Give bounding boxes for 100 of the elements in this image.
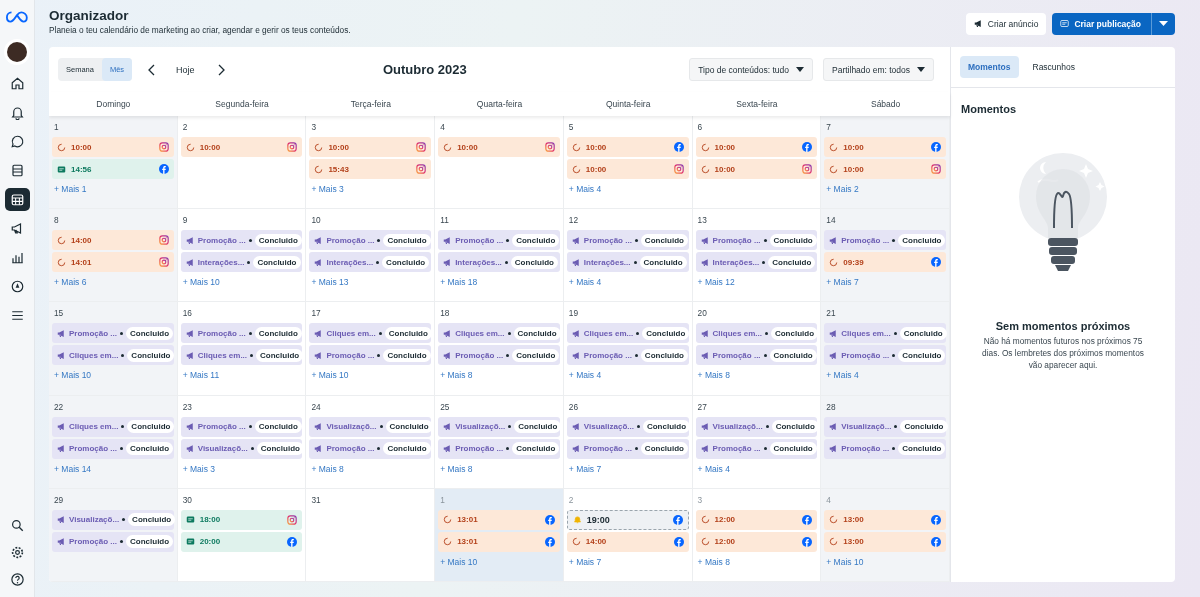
scheduled-post[interactable]: 10:00 [824,137,946,157]
day-cell[interactable]: 18 Cliques em... Concluido Promoção ... Concluido + Mais 8 [435,302,564,396]
more-link[interactable]: + Mais 10 [52,370,94,381]
create-ad-button[interactable]: Criar anúncio [965,12,1047,35]
ad-campaign[interactable]: Cliques em... Concluido [824,323,946,344]
day-cell[interactable]: 6 10:00 10:00 [692,116,822,210]
day-cell[interactable]: 25 Visualizaçõ... Concluido Promoção ... Concluido + Mais 8 [435,395,564,489]
ad-campaign[interactable]: Cliques em... Concluido [52,345,174,366]
more-link[interactable]: + Mais 12 [695,277,737,288]
scheduled-post[interactable]: 10:00 [52,137,174,157]
filter-dropdown[interactable]: Tipo de conteúdos: tudo [689,58,814,81]
day-cell[interactable]: 14 Promoção ... Concluido 09:39 + Mais 7 [821,209,950,303]
day-cell[interactable]: 5 10:00 10:00 + Mais 4 [563,116,693,210]
day-cell[interactable]: 12 Promoção ... Concluido Interações... Concluido + Mais 4 [563,209,693,303]
day-cell[interactable]: 2 10:00 [177,116,307,210]
ad-campaign[interactable]: Visualizaçõ... Concluido [180,438,303,459]
day-cell[interactable]: 3 12:00 12:00 + Mais 8 [692,488,822,582]
ad-campaign[interactable]: Promoção ... Concluido [438,345,560,366]
scheduled-post[interactable]: 10:00 [695,159,818,179]
more-link[interactable]: + Mais 7 [566,556,604,567]
day-cell[interactable]: 19 Cliques em... Concluido Promoção ... Concluido + Mais 4 [563,302,693,396]
scheduled-post[interactable]: 10:00 [309,137,432,157]
more-link[interactable]: + Mais 8 [695,370,732,381]
ad-campaign[interactable]: Promoção ... Concluido [180,230,303,251]
more-link[interactable]: + Mais 4 [566,277,604,288]
day-cell[interactable]: 17 Cliques em... Concluido Promoção ... Concluido + Mais 10 [306,302,436,396]
more-link[interactable]: + Mais 7 [566,463,604,474]
day-cell[interactable]: 9 Promoção ... Concluido Interações... Concluido + Mais 10 [177,209,307,303]
ad-campaign[interactable]: Promoção ... Concluido [824,438,946,459]
scheduled-post[interactable]: 13:01 [438,509,560,530]
day-cell[interactable]: 24 Visualizaçõ... Concluido Promoção ... Concluido + Mais 8 [306,395,436,489]
day-cell[interactable]: 13 Promoção ... Concluido Interações... Concluido + Mais 12 [692,209,822,303]
day-cell[interactable]: 26 Visualizaçõ... Concluido Promoção ... Concluido + Mais 7 [563,395,693,489]
infinity-logo-icon[interactable] [6,10,28,24]
more-link[interactable]: + Mais 18 [438,277,480,288]
published-post[interactable]: 18:00 [180,509,303,530]
scheduled-post[interactable]: 14:00 [566,531,689,552]
day-cell[interactable]: 23 Promoção ... Concluido Visualizaçõ... Concluido + Mais 3 [177,395,307,489]
day-cell[interactable]: 27 Visualizaçõ... Concluido Promoção ... Concluido + Mais 4 [692,395,822,489]
more-link[interactable]: + Mais 10 [180,277,222,288]
more-link[interactable]: + Mais 8 [695,556,732,567]
ad-campaign[interactable]: Visualizaçõ... Concluido [52,509,174,530]
ad-campaign[interactable]: Visualizaçõ... Concluido [566,416,689,437]
day-cell[interactable]: 11 Promoção ... Concluido Interações... Concluido + Mais 18 [435,209,564,303]
ad-campaign[interactable]: Cliques em... Concluido [566,323,689,344]
ad-campaign[interactable]: Promoção ... Concluido [52,531,174,552]
day-cell[interactable]: 16 Promoção ... Concluido Cliques em... Concluido + Mais 11 [177,302,307,396]
day-cell[interactable]: 7 10:00 10:00 + Mais 2 [821,116,950,210]
dropdown-button[interactable] [1151,12,1175,35]
day-cell[interactable]: 20 Cliques em... Concluido Promoção ... Concluido + Mais 8 [692,302,822,396]
day-cell[interactable]: 29 Visualizaçõ... Concluido Promoção ... Concluido [49,488,178,582]
ad-campaign[interactable]: Interações... Concluido [695,252,818,273]
ad-campaign[interactable]: Promoção ... Concluido [824,230,946,251]
more-link[interactable]: + Mais 11 [180,370,222,381]
more-link[interactable]: + Mais 3 [180,463,218,474]
day-cell[interactable]: 30 18:00 20:00 [177,488,307,582]
ad-campaign[interactable]: Promoção ... Concluido [180,416,303,437]
scheduled-post[interactable]: 15:43 [309,159,432,179]
more-link[interactable]: + Mais 1 [52,184,89,194]
more-link[interactable]: + Mais 8 [438,463,475,474]
day-cell[interactable]: 4 13:00 13:00 + Mais 10 [821,488,950,582]
more-link[interactable]: + Mais 6 [52,277,89,288]
scheduled-post[interactable]: 14:01 [52,252,174,273]
more-link[interactable]: + Mais 4 [566,370,604,381]
more-link[interactable]: + Mais 2 [824,184,861,194]
ad-campaign[interactable]: Promoção ... Concluido [695,438,818,459]
ad-campaign[interactable]: Interações... Concluido [180,252,303,273]
ad-campaign[interactable]: Promoção ... Concluido [695,345,818,366]
day-cell[interactable]: 28 Visualizaçõ... Concluido Promoção ... Concluido [821,395,950,489]
ad-campaign[interactable]: Promoção ... Concluido [309,345,432,366]
day-cell[interactable]: 21 Cliques em... Concluido Promoção ... Concluido + Mais 4 [821,302,950,396]
day-cell[interactable]: 8 14:00 14:01 + Mais 6 [49,209,178,303]
ad-campaign[interactable]: Promoção ... Concluido [52,438,174,459]
ad-campaign[interactable]: Promoção ... Concluido [438,438,560,459]
create-post-button[interactable]: Criar publicação [1052,12,1151,35]
ad-campaign[interactable]: Promoção ... Concluido [52,323,174,344]
scheduled-post[interactable]: 10:00 [824,159,946,179]
ad-campaign[interactable]: Interações... Concluido [566,252,689,273]
ad-campaign[interactable]: Visualizaçõ... Concluido [695,416,818,437]
ad-campaign[interactable]: Cliques em... Concluido [309,323,432,344]
day-cell[interactable]: 10 Promoção ... Concluido Interações... Concluido + Mais 13 [306,209,436,303]
calendar-icon[interactable] [4,188,30,211]
scheduled-post[interactable]: 10:00 [566,137,689,157]
scheduled-post[interactable]: 10:00 [566,159,689,179]
ad-campaign[interactable]: Promoção ... Concluido [438,230,560,251]
day-cell[interactable]: 1 13:01 13:01 + Mais 10 [435,488,564,582]
more-link[interactable]: + Mais 10 [438,556,480,567]
draft-post[interactable]: 19:00 [566,509,689,530]
today-button[interactable]: Hoje [170,63,201,76]
scheduled-post[interactable]: 12:00 [695,531,818,552]
scheduled-post[interactable]: 10:00 [438,137,560,157]
filter-dropdown[interactable]: Partilhado em: todos [823,58,934,81]
ad-campaign[interactable]: Promoção ... Concluido [566,438,689,459]
more-link[interactable]: + Mais 4 [566,184,604,194]
ad-campaign[interactable]: Cliques em... Concluido [180,345,303,366]
more-link[interactable]: + Mais 8 [438,370,475,381]
day-cell[interactable]: 31 [306,488,436,582]
ad-campaign[interactable]: Cliques em... Concluido [695,323,818,344]
more-link[interactable]: + Mais 3 [309,184,346,194]
ad-campaign[interactable]: Promoção ... Concluido [695,230,818,251]
